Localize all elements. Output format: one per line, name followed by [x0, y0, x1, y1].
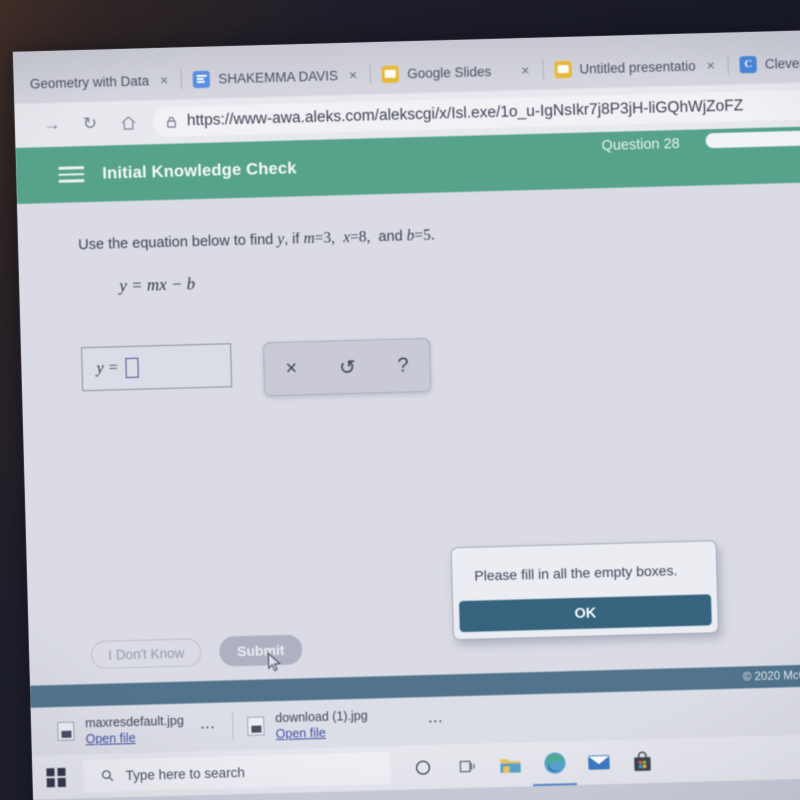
given-val-m: 3,	[323, 229, 336, 247]
browser-tab-untitled-presentation[interactable]: Untitled presentatio ×	[542, 45, 730, 90]
home-icon[interactable]	[109, 107, 148, 138]
shelf-divider	[232, 712, 234, 741]
alert-dialog: Please fill in all the empty boxes. OK	[450, 540, 719, 641]
and-label: and	[378, 228, 403, 246]
math-toolbar: × ↺ ?	[262, 337, 432, 397]
close-icon[interactable]: ×	[703, 57, 718, 73]
download-filename: maxresdefault.jpg	[84, 713, 185, 731]
tab-label: Geometry with Data	[29, 72, 150, 92]
browser-tab-google-slides[interactable]: Google Slides ×	[370, 50, 544, 95]
google-slides-icon	[381, 65, 400, 83]
search-placeholder: Type here to search	[125, 764, 246, 783]
submit-button[interactable]: Submit	[218, 634, 303, 672]
empty-answer-box[interactable]	[125, 357, 139, 379]
close-icon[interactable]: ×	[499, 62, 533, 79]
download-menu-icon[interactable]: ⋯	[368, 711, 461, 731]
mouse-cursor-icon	[267, 652, 282, 672]
download-item[interactable]: maxresdefault.jpg Open file	[57, 712, 184, 748]
forward-icon[interactable]: →	[33, 109, 72, 140]
download-menu-icon[interactable]: ⋯	[184, 717, 233, 736]
given-var-m: m	[303, 229, 315, 248]
tab-label: SHAKEMMA DAVIS	[218, 67, 339, 86]
tab-label: Untitled presentatio	[579, 58, 696, 77]
clever-icon: C	[739, 55, 758, 73]
equation-display: y = mx − b	[119, 274, 196, 296]
undo-button[interactable]: ↺	[339, 354, 356, 379]
browser-tab-shakemma-davis[interactable]: SHAKEMMA DAVIS ×	[181, 54, 372, 99]
close-icon[interactable]: ×	[157, 72, 172, 88]
search-icon	[100, 769, 114, 783]
windows-start-icon[interactable]	[46, 767, 66, 787]
page-title: Initial Knowledge Check	[102, 158, 297, 183]
tab-label: Clever | Po	[764, 54, 800, 72]
alert-message: Please fill in all the empty boxes.	[474, 562, 678, 584]
google-docs-icon	[193, 70, 211, 88]
cortana-icon[interactable]	[400, 745, 445, 790]
file-explorer-icon[interactable]	[488, 742, 533, 787]
screen-content: Geometry with Data × SHAKEMMA DAVIS × Go…	[13, 30, 800, 800]
open-file-link[interactable]: Open file	[85, 730, 184, 746]
download-filename: download (1).jpg	[275, 708, 368, 726]
answer-area: y = × ↺ ?	[81, 327, 800, 401]
help-button[interactable]: ?	[397, 354, 409, 377]
google-slides-icon	[554, 60, 572, 78]
microsoft-edge-icon[interactable]	[531, 741, 578, 787]
close-icon[interactable]: ×	[346, 67, 361, 83]
answer-input[interactable]: y =	[81, 343, 233, 392]
given-val-b: 5.	[422, 226, 436, 244]
question-counter: Question 28	[601, 136, 680, 155]
image-file-icon	[247, 715, 265, 736]
question-actions: I Don't Know Submit	[90, 634, 303, 672]
clear-button[interactable]: ×	[285, 357, 297, 380]
lock-icon	[165, 114, 178, 129]
mail-icon[interactable]	[576, 740, 621, 785]
laptop-screen-photo: Geometry with Data × SHAKEMMA DAVIS × Go…	[0, 0, 800, 800]
reload-icon[interactable]: ↻	[71, 108, 110, 139]
given-val-x: 8,	[358, 228, 371, 246]
image-file-icon	[57, 721, 75, 741]
prompt-if: , if	[283, 231, 300, 248]
browser-tab-geometry-with-data[interactable]: Geometry with Data ×	[17, 59, 183, 103]
url-text: https://www-awa.aleks.com/alekscgi/x/Isl…	[186, 97, 744, 130]
browser-tab-clever[interactable]: C Clever | Po	[727, 42, 800, 85]
microsoft-store-icon[interactable]	[620, 739, 665, 784]
question-prompt: Use the equation below to find y, if m=3…	[78, 216, 800, 254]
answer-label: y =	[96, 359, 119, 377]
hamburger-menu-icon[interactable]	[58, 162, 85, 186]
prompt-prefix: Use the equation below to find	[78, 232, 274, 254]
aleks-page: Initial Knowledge Check Question 28 Use …	[15, 126, 800, 708]
tab-label: Google Slides	[406, 63, 492, 81]
i-dont-know-button[interactable]: I Don't Know	[90, 638, 202, 670]
ok-button[interactable]: OK	[457, 593, 713, 634]
task-view-icon[interactable]	[444, 743, 489, 788]
progress-bar	[705, 130, 800, 149]
download-item[interactable]: download (1).jpg Open file	[247, 707, 368, 742]
question-content: Use the equation below to find y, if m=3…	[17, 182, 800, 708]
search-input[interactable]: Type here to search	[83, 752, 391, 793]
open-file-link[interactable]: Open file	[276, 725, 369, 741]
